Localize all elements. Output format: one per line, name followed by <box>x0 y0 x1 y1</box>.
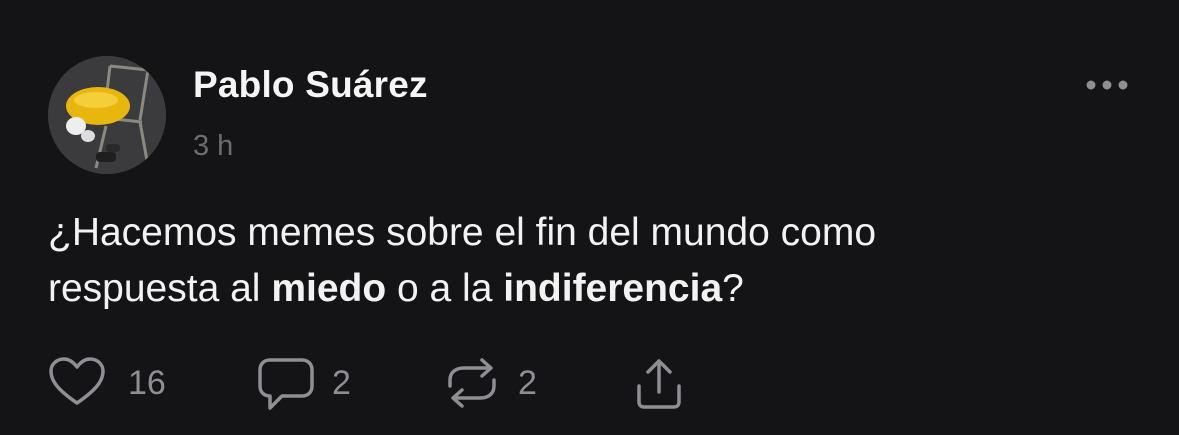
share-icon <box>637 359 681 409</box>
post-text-suffix: ? <box>722 267 744 310</box>
reply-count: 2 <box>332 364 351 402</box>
like-count: 16 <box>128 364 166 402</box>
post-text: ¿Hacemos memes sobre el fin del mundo co… <box>48 205 1128 317</box>
comment-icon <box>258 358 314 410</box>
post-card: Pablo Suárez 3 h ¿Hacemos memes sobre el… <box>0 0 1179 435</box>
repost-count: 2 <box>518 364 537 402</box>
repost-button[interactable]: 2 <box>442 354 562 414</box>
post-timestamp: 3 h <box>193 130 234 162</box>
share-button[interactable] <box>631 354 691 414</box>
more-options-button[interactable] <box>1082 72 1132 98</box>
like-button[interactable]: 16 <box>48 354 178 414</box>
post-text-mid: o a la <box>386 267 504 310</box>
author-name[interactable]: Pablo Suárez <box>193 64 428 106</box>
post-text-line1: ¿Hacemos memes sobre el fin del mundo co… <box>48 211 877 254</box>
post-text-bold-miedo: miedo <box>271 267 387 310</box>
avatar[interactable] <box>48 56 166 174</box>
reply-button[interactable]: 2 <box>256 354 376 414</box>
repost-icon <box>448 358 496 408</box>
more-icon <box>1086 80 1128 90</box>
avatar-image <box>48 56 166 174</box>
post-text-bold-indiferencia: indiferencia <box>503 267 723 310</box>
post-text-line2-prefix: respuesta al <box>48 267 272 310</box>
heart-icon <box>49 357 105 405</box>
